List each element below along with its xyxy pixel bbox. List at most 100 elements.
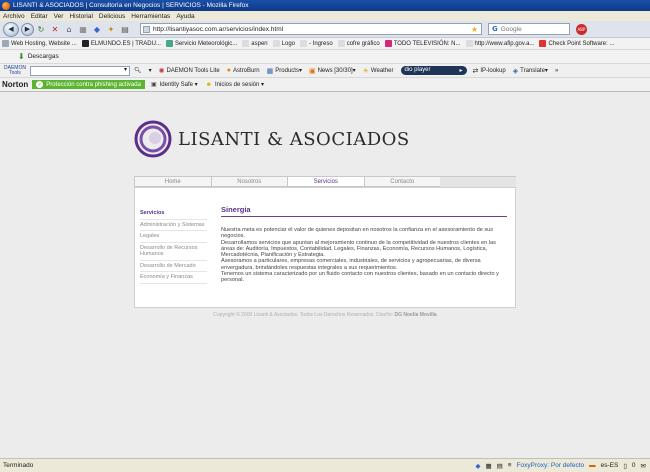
ip-lookup-button[interactable]: ⇄ IP-lookup	[473, 67, 506, 75]
bookmark-star-icon[interactable]: ★	[471, 25, 478, 34]
page-icon	[242, 40, 250, 47]
news-button[interactable]: ▣ News [30/30] ▾	[309, 67, 356, 75]
address-bar[interactable]: ★	[140, 23, 482, 35]
dio-player[interactable]: dio player ▸	[400, 66, 467, 75]
check-icon: ✓	[36, 81, 44, 88]
menu-delicious[interactable]: Delicious	[99, 13, 125, 20]
search-input[interactable]	[500, 25, 557, 33]
google-g-icon[interactable]: G	[492, 25, 498, 33]
daemon-search-icon[interactable]: 🔍︎	[134, 67, 142, 74]
locale-status[interactable]: es-ES	[601, 462, 619, 469]
daemon-search-select[interactable]	[29, 65, 130, 76]
site-nav-tabs: Home Nosotros Servicios Contacto	[134, 176, 516, 187]
downloads-bar: ⬇ Descargas	[0, 50, 650, 64]
stop-icon[interactable]: ✕	[50, 24, 60, 34]
norton-toolbar: Norton ✓ Protección contra phishing activ…	[0, 78, 650, 92]
products-button[interactable]: ▦ Products ▾	[267, 67, 302, 75]
forward-button[interactable]: ▶	[21, 22, 34, 36]
foxyproxy-status[interactable]: FoxyProxy: Por defecto	[517, 462, 585, 469]
arrow-left-icon: ◀	[8, 25, 14, 33]
page-status-icon: ▯	[623, 462, 627, 470]
addon-icon[interactable]: ✦	[106, 24, 116, 34]
play-icon[interactable]: ▸	[459, 67, 462, 74]
arrow-right-icon: ▶	[24, 25, 31, 33]
bookmark-item[interactable]: Web Hosting, Website ...	[2, 40, 77, 47]
status-right: ◆ ▦ ▤ ≡ FoxyProxy: Por defecto ▬ es-ES ▯…	[470, 462, 650, 470]
bookmark-item[interactable]: cofre gráfico	[337, 40, 380, 47]
sidebar-item-legales[interactable]: Legales	[140, 231, 207, 243]
search-box[interactable]: G	[488, 23, 570, 35]
bookmark-manager-icon[interactable]: ▦	[78, 24, 88, 34]
footer-copyright: Copyright © 2009 Lisanti & Asociados. To…	[213, 312, 437, 318]
url-input[interactable]	[153, 25, 453, 33]
download-icon[interactable]: ⬇	[18, 52, 25, 61]
grid-status-icon[interactable]: ▦	[485, 462, 491, 470]
logins-button[interactable]: ☻ Inicios de sesión ▾	[205, 81, 264, 89]
bookmark-item[interactable]: aspen	[242, 40, 268, 47]
services-sidebar: Servicios Administración y Sistemas Lega…	[140, 208, 207, 284]
more-chevron-icon[interactable]: »	[555, 68, 558, 74]
weather-button[interactable]: ☀ Weather	[363, 67, 394, 75]
sidebar-item-recursos-humanos[interactable]: Desarrollo de Recursos Humanos	[140, 243, 207, 261]
bookmark-item[interactable]: Logo	[272, 40, 295, 47]
print-icon[interactable]: ▤	[120, 24, 130, 34]
sidebar-item-servicios[interactable]: Servicios	[140, 208, 207, 220]
menu-ver[interactable]: Ver	[54, 13, 64, 20]
bookmarks-toolbar: Web Hosting, Website ... ELMUNDO.ES | TR…	[0, 38, 650, 50]
tag-status-icon[interactable]: ▤	[497, 462, 503, 470]
bookmark-item[interactable]: ELMUNDO.ES | TRADU...	[81, 40, 161, 47]
downloads-label[interactable]: Descargas	[28, 53, 59, 60]
menu-archivo[interactable]: Archivo	[3, 13, 25, 20]
daemon-tools-lite-button[interactable]: ✺ DAEMON Tools Lite	[159, 67, 220, 75]
translate-icon: ◈	[512, 67, 519, 75]
tv-icon	[384, 40, 392, 47]
weather-icon	[165, 40, 173, 47]
mail-icon[interactable]: ✉	[641, 462, 646, 470]
bookmark-item[interactable]: TODO TELEVISIÓN: N...	[384, 40, 461, 47]
scroll-status-icon[interactable]: ≡	[508, 462, 512, 469]
sidebar-item-administracion[interactable]: Administración y Sistemas	[140, 220, 207, 231]
menu-bar: Archivo Editar Ver Historial Delicious H…	[0, 11, 650, 21]
identity-safe-button[interactable]: ▣ Identity Safe ▾	[150, 81, 198, 89]
bookmark-item[interactable]: http://www.afip.gov.a...	[465, 40, 534, 47]
bolt-icon: ✺	[158, 67, 165, 75]
tab-servicios[interactable]: Servicios	[287, 176, 364, 187]
site-logo[interactable]: LISANTI & ASOCIADOS	[134, 120, 410, 158]
delicious-status-icon[interactable]: ◆	[475, 462, 480, 470]
firefox-icon	[2, 1, 10, 10]
menu-historial[interactable]: Historial	[69, 13, 92, 20]
menu-herramientas[interactable]: Herramientas	[131, 13, 170, 20]
tab-spacer	[440, 176, 516, 187]
sun-icon: ☀	[362, 67, 369, 75]
sidebar-item-mercado[interactable]: Desarrollo de Mercado	[140, 261, 207, 272]
tab-contacto[interactable]: Contacto	[363, 176, 440, 187]
menu-ayuda[interactable]: Ayuda	[176, 13, 194, 20]
smiley-icon: ☻	[205, 81, 212, 88]
back-button[interactable]: ◀	[3, 21, 19, 37]
designer-credit: DG Noelia Movilla	[394, 312, 437, 318]
daemon-logo: DAEMON Tools	[4, 64, 26, 76]
tab-nosotros[interactable]: Nosotros	[210, 176, 287, 187]
reload-icon[interactable]: ↻	[36, 24, 46, 34]
sidebar-item-economia[interactable]: Economía y Finanzas	[140, 272, 207, 284]
window-titlebar: LISANTI & ASOCIADOS | Consultoría en Neg…	[0, 0, 650, 11]
dropdown-arrow-icon[interactable]: ▾	[149, 67, 152, 74]
menu-editar[interactable]: Editar	[31, 13, 48, 20]
home-icon[interactable]: ⌂	[64, 24, 74, 34]
daemon-toolbar: DAEMON Tools 🔍︎ ▾ ✺DAEMON Tools Lite ●As…	[0, 64, 650, 78]
tab-home[interactable]: Home	[134, 176, 211, 187]
logo-rings-icon	[134, 120, 172, 158]
astroburn-button[interactable]: ● AstroBurn	[227, 67, 260, 74]
lock-icon: ▣	[150, 82, 157, 88]
page-icon	[300, 40, 308, 47]
page-icon	[337, 40, 345, 47]
delicious-tag-icon[interactable]: ◆	[92, 24, 102, 34]
translate-button[interactable]: ◈ Translate ▾	[513, 67, 548, 75]
page-icon	[272, 40, 280, 47]
bookmark-item[interactable]: - Ingreso	[300, 40, 333, 47]
adblock-icon[interactable]: ABP	[576, 23, 587, 35]
favicon-icon	[143, 25, 150, 33]
bookmark-item[interactable]: Servicio Meteorológic...	[165, 40, 237, 47]
phishing-protection-badge[interactable]: ✓ Protección contra phishing activada	[32, 80, 145, 89]
bookmark-item[interactable]: Check Point Software: ...	[539, 40, 614, 47]
